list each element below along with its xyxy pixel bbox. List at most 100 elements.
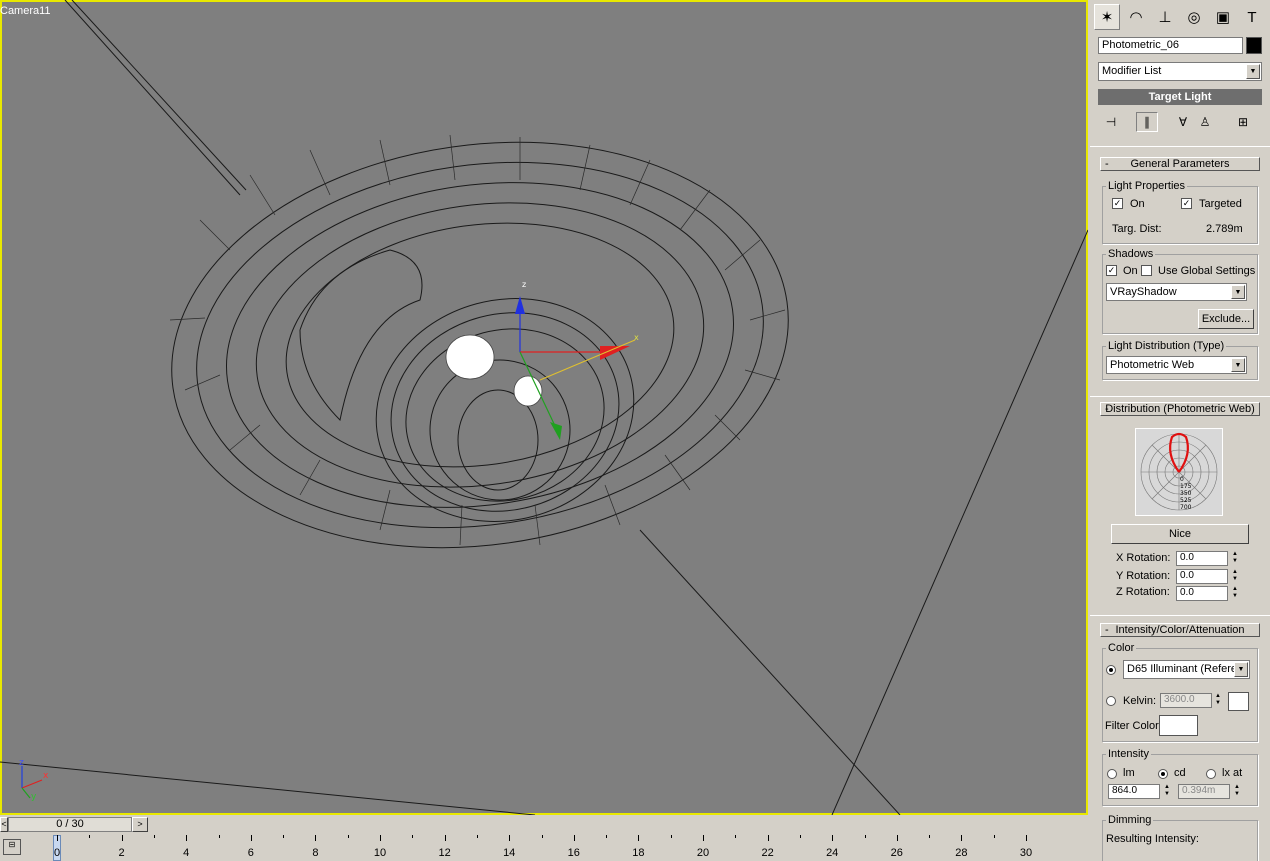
shadows-on-checkbox[interactable]: ✓ (1106, 265, 1117, 276)
modifier-list-label: Modifier List (1102, 65, 1162, 77)
filter-color-swatch[interactable] (1159, 715, 1198, 736)
display-tab-icon[interactable]: ▣ (1210, 4, 1236, 30)
time-next-button[interactable]: > (132, 817, 148, 832)
pin-stack-icon[interactable]: ⊣ (1100, 112, 1122, 132)
timeline-tick (57, 835, 58, 841)
remove-modifier-icon[interactable]: ♙ (1194, 112, 1216, 132)
resulting-intensity-label: Resulting Intensity: (1106, 833, 1199, 845)
web-graph: 0 175 350 525 700 (1140, 432, 1218, 511)
target-distance-value: 2.789m (1206, 223, 1243, 235)
show-end-result-icon[interactable]: ∥ (1136, 112, 1158, 132)
lx-distance-input[interactable]: 0.394m (1178, 784, 1230, 799)
lm-radio[interactable] (1107, 769, 1117, 779)
timeline-tick (121, 835, 123, 841)
timeline-tick (638, 835, 640, 841)
lx-distance-spinner[interactable]: ▲ ▼ (1232, 784, 1242, 798)
divider (1090, 615, 1270, 616)
track-bar[interactable]: ⊟ 0 2 4 6 8 10 12 14 16 18 20 22 24 26 28 30 (0, 835, 1088, 861)
rollout-title: Distribution (Photometric Web) (1105, 403, 1255, 415)
kelvin-spinner[interactable]: ▲ ▼ (1213, 693, 1223, 707)
general-parameters-rollout[interactable]: - General Parameters (1100, 157, 1260, 171)
timeline-tick (767, 835, 769, 841)
x-rotation-spinner[interactable]: ▲ ▼ (1230, 551, 1240, 565)
timeline-tick (864, 835, 866, 838)
timeline-tick (735, 835, 737, 838)
timeline-tick (347, 835, 349, 838)
timeline-tick (89, 835, 91, 838)
svg-text:525: 525 (1180, 497, 1192, 504)
preset-radio[interactable] (1106, 665, 1116, 675)
object-color-swatch[interactable] (1246, 37, 1262, 54)
distribution-rollout[interactable]: - Distribution (Photometric Web) (1100, 402, 1260, 416)
timeline-tick-label: 18 (632, 847, 645, 859)
camera-viewport[interactable]: z x z x y Camera11 (0, 0, 1088, 815)
color-preset-dropdown[interactable]: D65 Illuminant (Refere ▼ (1123, 660, 1250, 679)
svg-text:z: z (522, 280, 526, 289)
create-tab-icon[interactable]: ✶ (1094, 4, 1120, 30)
light-properties-label: Light Properties (1106, 180, 1188, 192)
timeline-tick-label: 2 (118, 847, 125, 859)
targeted-checkbox[interactable]: ✓ (1181, 198, 1192, 209)
timeline-tick-label: 6 (247, 847, 254, 859)
kelvin-color-swatch[interactable] (1228, 692, 1249, 711)
modifier-list-dropdown[interactable]: Modifier List ▼ (1098, 62, 1262, 81)
chevron-down-icon: ▼ (1234, 662, 1248, 677)
hierarchy-tab-icon[interactable]: ⊥ (1152, 4, 1178, 30)
cd-radio[interactable] (1158, 769, 1168, 779)
color-label: Color (1106, 642, 1137, 654)
timeline-tick (541, 835, 543, 838)
cd-label: cd (1174, 767, 1186, 779)
distribution-type-dropdown[interactable]: Photometric Web ▼ (1106, 356, 1247, 374)
light-on-checkbox[interactable]: ✓ (1112, 198, 1123, 209)
utilities-tab-icon[interactable]: T (1239, 4, 1265, 30)
intensity-rollout[interactable]: - Intensity/Color/Attenuation (1100, 623, 1260, 637)
shadow-type-dropdown[interactable]: VRayShadow ▼ (1106, 283, 1247, 301)
x-rotation-input[interactable]: 0.0 (1176, 551, 1228, 566)
time-prev-button[interactable]: < (0, 817, 8, 832)
timeline-tick (153, 835, 155, 838)
svg-text:700: 700 (1180, 504, 1192, 511)
exclude-button[interactable]: Exclude... (1198, 309, 1254, 329)
kelvin-input[interactable]: 3600.0 (1160, 693, 1212, 708)
divider (1090, 396, 1270, 397)
configure-sets-icon[interactable]: ⊞ (1232, 112, 1254, 132)
timeline-tick-label: 0 (53, 847, 61, 859)
timeline-tick (961, 835, 963, 841)
viewport-label[interactable]: Camera11 (0, 5, 51, 17)
timeline-tick-label: 16 (567, 847, 580, 859)
kelvin-label: Kelvin: (1123, 695, 1157, 707)
timeline-tick (509, 835, 511, 841)
svg-text:350: 350 (1180, 490, 1192, 497)
motion-tab-icon[interactable]: ◎ (1181, 4, 1207, 30)
lx-radio[interactable] (1206, 769, 1216, 779)
make-unique-icon[interactable]: ∀ (1172, 112, 1194, 132)
timeline-tick-label: 10 (373, 847, 387, 859)
web-file-button[interactable]: Nice (1111, 524, 1249, 544)
y-rotation-spinner[interactable]: ▲ ▼ (1230, 569, 1240, 583)
timeline-tick (573, 835, 575, 841)
z-rotation-input[interactable]: 0.0 (1176, 586, 1228, 601)
targeted-label: Targeted (1199, 198, 1242, 210)
intensity-input[interactable]: 864.0 (1108, 784, 1160, 799)
use-global-checkbox[interactable] (1141, 265, 1152, 276)
z-rotation-spinner[interactable]: ▲ ▼ (1230, 586, 1240, 600)
chevron-down-icon: ▼ (1231, 285, 1245, 299)
timeline-tick-label: 30 (1019, 847, 1033, 859)
modify-tab-icon[interactable]: ◠ (1123, 4, 1149, 30)
timeline-tick-label: 28 (955, 847, 968, 859)
shadows-on-label: On (1123, 265, 1138, 277)
time-slider[interactable]: 0 / 30 (8, 817, 132, 832)
timeline-tick (832, 835, 834, 841)
kelvin-radio[interactable] (1106, 696, 1116, 706)
timeline-tick-label: 22 (761, 847, 774, 859)
light-distribution-label: Light Distribution (Type) (1106, 340, 1227, 352)
x-rotation-label: X Rotation: (1116, 552, 1171, 564)
object-name-input[interactable]: Photometric_06 (1098, 37, 1243, 54)
curve-editor-icon[interactable]: ⊟ (3, 839, 21, 855)
photometric-web-diagram: 0 175 350 525 700 (1135, 428, 1223, 516)
timeline-tick (670, 835, 672, 838)
y-rotation-input[interactable]: 0.0 (1176, 569, 1228, 584)
modifier-stack-item[interactable]: Target Light (1098, 89, 1262, 105)
timeline-tick (1026, 835, 1027, 841)
intensity-spinner[interactable]: ▲ ▼ (1162, 784, 1172, 798)
